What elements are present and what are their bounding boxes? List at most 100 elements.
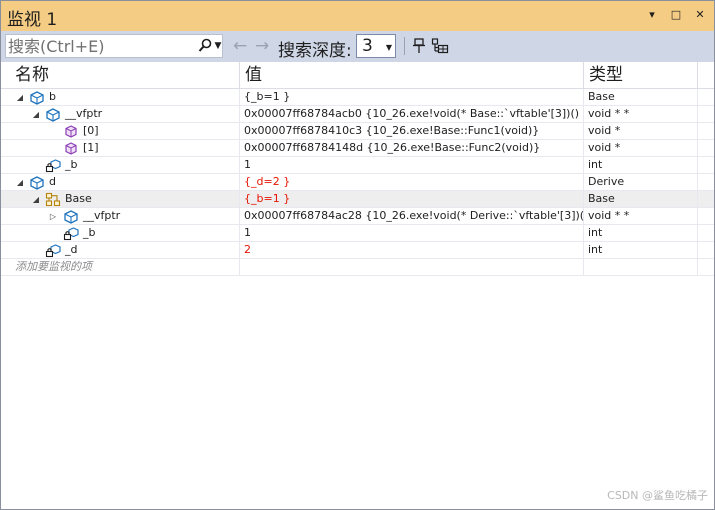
toolbar: ▼ ← → 搜索深度: 3 ▼: [1, 31, 714, 62]
type-cell: [583, 259, 697, 276]
pointer-element-icon: [63, 141, 79, 156]
toolbar-separator: [404, 37, 405, 55]
name-cell: _d: [1, 242, 239, 259]
base-class-icon: [45, 192, 61, 207]
back-arrow-icon[interactable]: ←: [233, 36, 247, 56]
table-row[interactable]: _b 1 int: [1, 157, 714, 174]
table-row[interactable]: _d 2 int: [1, 242, 714, 259]
pointer-element-icon: [63, 124, 79, 139]
row-padding: [697, 106, 714, 123]
name-cell: ◢ b: [1, 89, 239, 106]
name-cell: [1]: [1, 140, 239, 157]
search-depth-select[interactable]: 3 ▼: [356, 34, 396, 58]
name-cell: 添加要监视的项: [1, 259, 239, 276]
value-cell[interactable]: {_d=2 }: [239, 174, 583, 191]
value-cell[interactable]: 2: [239, 242, 583, 259]
value-cell[interactable]: 0x00007ff68784ac28 {10_26.exe!void(* Der…: [239, 208, 583, 225]
watch-window: 监视 1 ▾ □ ✕ ▼ ← → 搜索深度: 3 ▼: [0, 0, 715, 510]
add-watch-placeholder[interactable]: 添加要监视的项: [15, 259, 92, 275]
name-cell: _b: [1, 225, 239, 242]
protected-field-icon: [45, 243, 61, 258]
type-cell: Base: [583, 89, 697, 106]
name-cell: ◢ d: [1, 174, 239, 191]
type-cell: int: [583, 242, 697, 259]
type-cell: void *: [583, 123, 697, 140]
type-cell: Derive: [583, 174, 697, 191]
search-box[interactable]: ▼: [5, 34, 223, 58]
variable-name: [1]: [83, 141, 99, 154]
forward-arrow-icon[interactable]: →: [255, 36, 269, 56]
column-header-type[interactable]: 类型: [583, 62, 697, 89]
column-header-value[interactable]: 值: [239, 62, 583, 89]
table-row[interactable]: _b 1 int: [1, 225, 714, 242]
name-cell: [0]: [1, 123, 239, 140]
window-menu-dropdown-icon[interactable]: ▾: [645, 8, 659, 22]
value-cell[interactable]: 0x00007ff68784acb0 {10_26.exe!void(* Bas…: [239, 106, 583, 123]
variable-name: _d: [65, 243, 78, 256]
maximize-icon[interactable]: □: [669, 8, 683, 22]
search-options-chevron-down-icon[interactable]: ▼: [213, 38, 223, 54]
value-cell: [239, 259, 583, 276]
table-row[interactable]: [1] 0x00007ff68784148d {10_26.exe!Base::…: [1, 140, 714, 157]
row-padding: [697, 242, 714, 259]
table-row[interactable]: ◢ d {_d=2 } Derive: [1, 174, 714, 191]
table-row[interactable]: [0] 0x00007ff6878410c3 {10_26.exe!Base::…: [1, 123, 714, 140]
type-cell: Base: [583, 191, 697, 208]
object-icon: [63, 209, 79, 224]
object-icon: [29, 175, 45, 190]
table-row[interactable]: ◢ b {_b=1 } Base: [1, 89, 714, 106]
protected-field-icon: [63, 226, 79, 241]
collapse-arrow-icon[interactable]: ◢: [15, 89, 25, 106]
row-padding: [697, 208, 714, 225]
value-cell[interactable]: 0x00007ff68784148d {10_26.exe!Base::Func…: [239, 140, 583, 157]
column-divider: [697, 62, 698, 89]
variable-name: d: [49, 175, 56, 188]
variable-name: __vfptr: [65, 107, 103, 120]
column-header-name[interactable]: 名称: [9, 62, 239, 89]
name-cell: ◢ __vfptr: [1, 106, 239, 123]
type-cell: int: [583, 225, 697, 242]
expand-arrow-icon[interactable]: ▷: [48, 208, 58, 225]
row-padding: [697, 225, 714, 242]
protected-field-icon: [45, 158, 61, 173]
search-icon[interactable]: [198, 38, 212, 54]
pin-icon[interactable]: [410, 37, 428, 55]
name-cell: _b: [1, 157, 239, 174]
variable-name: [0]: [83, 124, 99, 137]
watch-grid: 名称 值 类型 ◢ b {_b=1 } Base ◢ __vfptr 0x000…: [1, 62, 714, 276]
close-icon[interactable]: ✕: [693, 8, 707, 22]
variable-name: Base: [65, 192, 92, 205]
collapse-arrow-icon[interactable]: ◢: [15, 174, 25, 191]
table-row[interactable]: ◢ __vfptr 0x00007ff68784acb0 {10_26.exe!…: [1, 106, 714, 123]
search-depth-label: 搜索深度:: [278, 41, 352, 61]
add-watch-row[interactable]: 添加要监视的项: [1, 259, 714, 276]
type-cell: void * *: [583, 106, 697, 123]
search-input[interactable]: [8, 36, 194, 56]
collapse-arrow-icon[interactable]: ◢: [31, 191, 41, 208]
name-cell: ▷ __vfptr: [1, 208, 239, 225]
row-padding: [697, 140, 714, 157]
chevron-down-icon: ▼: [385, 43, 392, 52]
row-padding: [697, 157, 714, 174]
table-row[interactable]: ▷ __vfptr 0x00007ff68784ac28 {10_26.exe!…: [1, 208, 714, 225]
value-cell[interactable]: 1: [239, 225, 583, 242]
grid-header: 名称 值 类型: [1, 62, 714, 89]
value-cell[interactable]: {_b=1 }: [239, 89, 583, 106]
value-cell[interactable]: 1: [239, 157, 583, 174]
title-bar[interactable]: 监视 1 ▾ □ ✕: [1, 1, 714, 31]
value-cell[interactable]: {_b=1 }: [239, 191, 583, 208]
object-icon: [29, 90, 45, 105]
object-icon: [45, 107, 61, 122]
view-table-icon[interactable]: [431, 37, 449, 55]
collapse-arrow-icon[interactable]: ◢: [31, 106, 41, 123]
type-cell: void * *: [583, 208, 697, 225]
watermark: CSDN @鲨鱼吃橘子: [607, 489, 708, 502]
value-cell[interactable]: 0x00007ff6878410c3 {10_26.exe!Base::Func…: [239, 123, 583, 140]
variable-name: __vfptr: [83, 209, 121, 222]
table-row[interactable]: ◢ Base {_b=1 } Base: [1, 191, 714, 208]
search-depth-value: 3: [362, 36, 373, 56]
row-padding: [697, 259, 714, 276]
name-cell: ◢ Base: [1, 191, 239, 208]
variable-name: _b: [65, 158, 78, 171]
type-cell: int: [583, 157, 697, 174]
